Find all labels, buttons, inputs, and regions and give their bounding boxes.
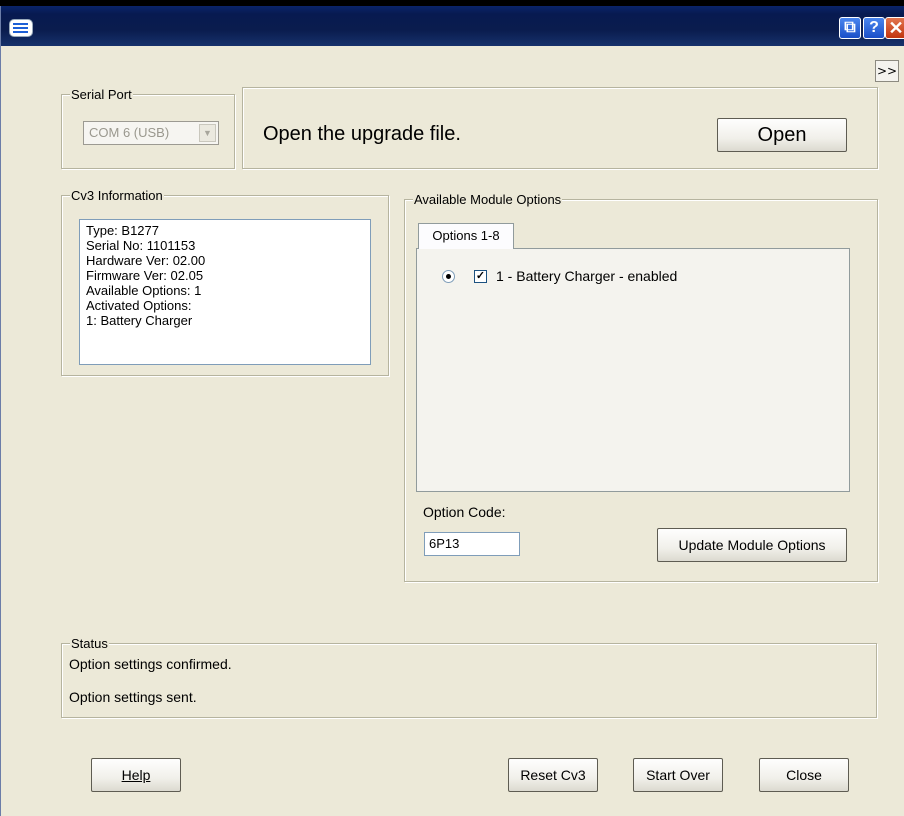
restore-button[interactable]: ⧉ [839,17,861,39]
serial-port-value: COM 6 (USB) [89,125,170,140]
module-options-legend: Available Module Options [413,192,563,207]
serial-port-select[interactable]: COM 6 (USB) ▼ [83,121,219,145]
help-button[interactable]: Help [91,758,181,792]
app-icon [9,19,33,37]
info-line: Firmware Ver: 02.05 [86,268,204,283]
expand-button[interactable]: >> [875,60,899,82]
status-group: Status [61,636,877,718]
info-line: Hardware Ver: 02.00 [86,253,206,268]
option-1-radio[interactable] [442,270,455,283]
info-line: Activated Options: [86,298,192,313]
info-line: 1: Battery Charger [86,313,193,328]
option-code-label: Option Code: [423,504,506,520]
title-bar[interactable]: ⧉ ? ✕ [1,6,904,46]
status-legend: Status [70,636,109,651]
options-tab-panel [416,248,850,492]
start-over-button[interactable]: Start Over [633,758,723,792]
open-button[interactable]: Open [717,118,847,152]
close-button[interactable]: Close [759,758,849,792]
main-window: ⧉ ? ✕ >> Serial Port COM 6 (USB) ▼ Open … [0,6,904,816]
radio-dot-icon [446,274,451,279]
tab-options-1-8[interactable]: Options 1-8 [418,223,514,249]
reset-cv3-button[interactable]: Reset Cv3 [508,758,598,792]
info-line: Serial No: 1101153 [86,238,196,253]
chevron-down-icon[interactable]: ▼ [199,124,216,142]
close-title-button[interactable]: ✕ [885,17,904,39]
info-line: Type: B1277 [86,223,159,238]
serial-port-legend: Serial Port [70,87,133,102]
status-message: Option settings confirmed. [69,656,232,672]
info-line: Available Options: 1 [86,283,202,298]
option-code-input[interactable]: 6P13 [424,532,520,556]
option-1-checkbox[interactable]: ✓ [474,270,487,283]
option-1-label: 1 - Battery Charger - enabled [496,268,678,284]
update-module-options-button[interactable]: Update Module Options [657,528,847,562]
cv3-info-legend: Cv3 Information [70,188,164,203]
help-title-button[interactable]: ? [863,17,885,39]
upgrade-message: Open the upgrade file. [263,123,461,145]
cv3-info-textbox[interactable]: Type: B1277 Serial No: 1101153 Hardware … [79,219,371,365]
status-message: Option settings sent. [69,689,197,705]
